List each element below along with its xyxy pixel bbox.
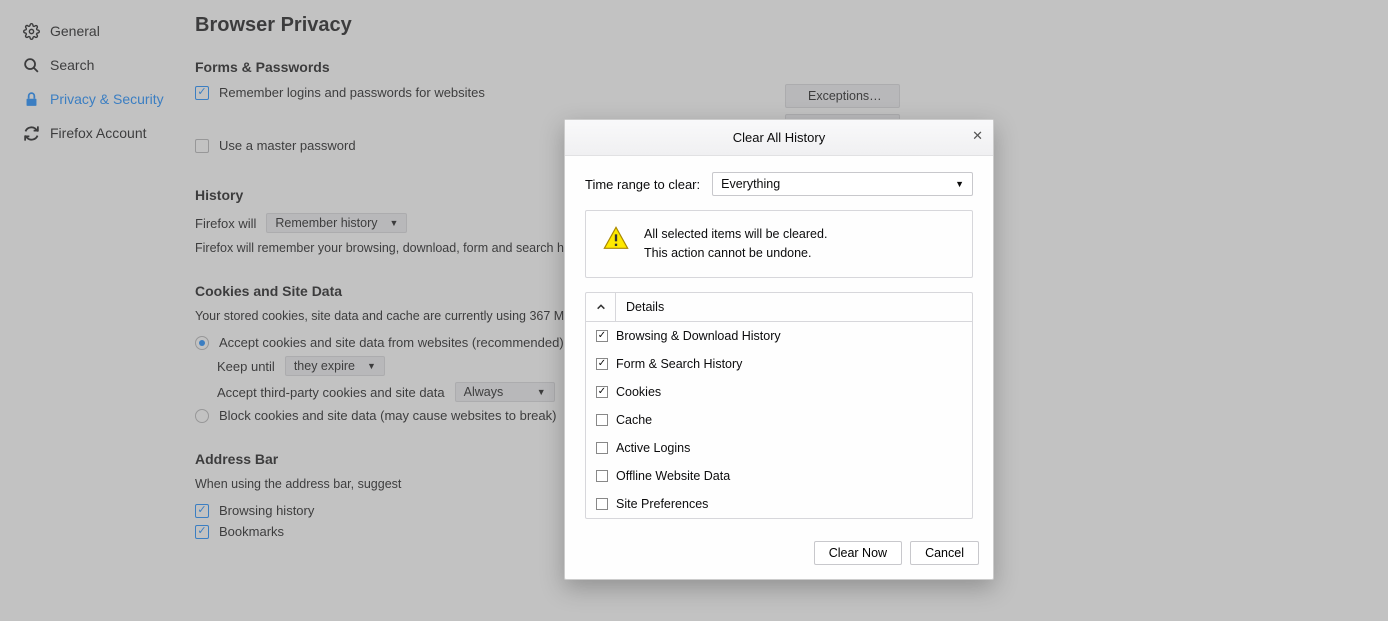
- clear-history-dialog: Clear All History ✕ Time range to clear:…: [564, 119, 994, 580]
- warning-line-2: This action cannot be undone.: [644, 244, 827, 263]
- details-toggle[interactable]: [586, 293, 616, 321]
- cancel-button[interactable]: Cancel: [910, 541, 979, 565]
- details-item[interactable]: Cookies: [586, 378, 972, 406]
- time-range-value: Everything: [721, 177, 780, 191]
- details-item[interactable]: Site Preferences: [586, 490, 972, 518]
- dialog-header: Clear All History ✕: [565, 120, 993, 156]
- details-item[interactable]: Browsing & Download History: [586, 322, 972, 350]
- checkbox[interactable]: [596, 470, 608, 482]
- time-range-select[interactable]: Everything ▼: [712, 172, 973, 196]
- details-item[interactable]: Active Logins: [586, 434, 972, 462]
- details-item-label: Site Preferences: [616, 497, 708, 511]
- details-item-label: Form & Search History: [616, 357, 742, 371]
- checkbox[interactable]: [596, 414, 608, 426]
- details-header: Details: [585, 292, 973, 321]
- warning-icon: [602, 225, 630, 253]
- details-item[interactable]: Offline Website Data: [586, 462, 972, 490]
- details-item-label: Active Logins: [616, 441, 690, 455]
- checkbox[interactable]: [596, 498, 608, 510]
- checkbox[interactable]: [596, 386, 608, 398]
- close-icon[interactable]: ✕: [972, 128, 983, 144]
- clear-now-button[interactable]: Clear Now: [814, 541, 902, 565]
- details-label: Details: [616, 300, 674, 314]
- caret-down-icon: ▼: [955, 179, 964, 189]
- checkbox[interactable]: [596, 358, 608, 370]
- details-item-label: Cookies: [616, 385, 661, 399]
- dialog-title: Clear All History: [733, 130, 825, 145]
- details-item-label: Browsing & Download History: [616, 329, 781, 343]
- details-item-label: Cache: [616, 413, 652, 427]
- time-range-label: Time range to clear:: [585, 177, 700, 192]
- warning-box: All selected items will be cleared. This…: [585, 210, 973, 278]
- details-list: Browsing & Download History Form & Searc…: [585, 321, 973, 519]
- checkbox[interactable]: [596, 442, 608, 454]
- details-item[interactable]: Cache: [586, 406, 972, 434]
- details-item[interactable]: Form & Search History: [586, 350, 972, 378]
- warning-line-1: All selected items will be cleared.: [644, 225, 827, 244]
- checkbox[interactable]: [596, 330, 608, 342]
- details-item-label: Offline Website Data: [616, 469, 730, 483]
